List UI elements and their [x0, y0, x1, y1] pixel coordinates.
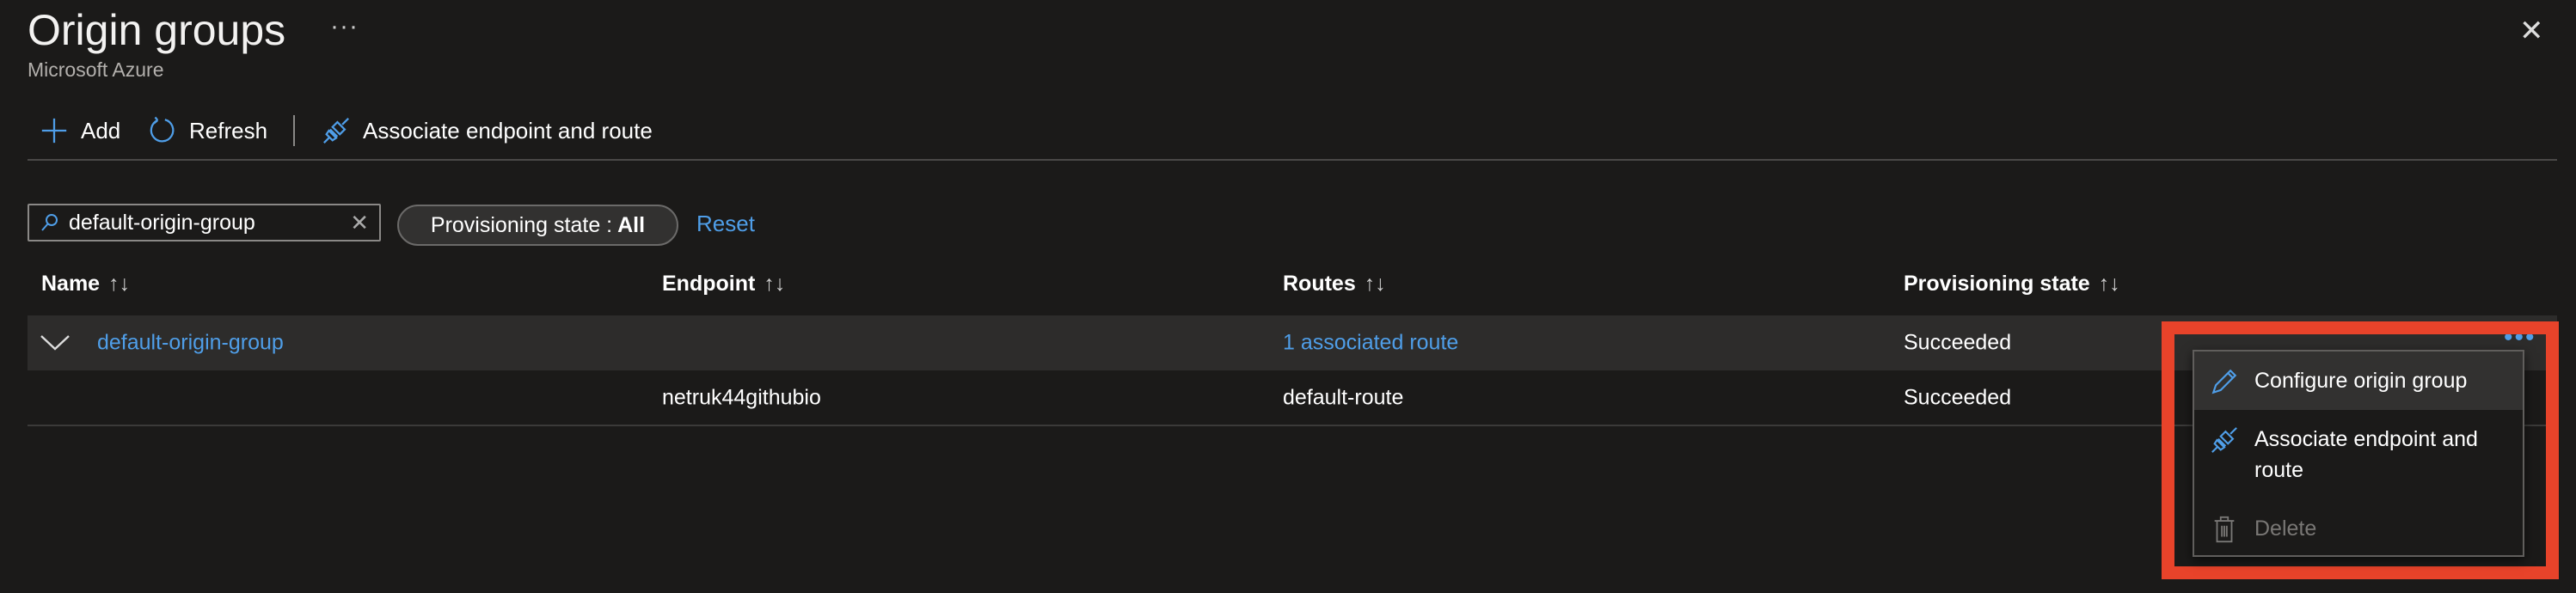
context-menu: Configure origin group Associate endpoin…: [2193, 350, 2524, 557]
refresh-button[interactable]: Refresh: [148, 115, 267, 146]
column-label: Routes: [1283, 272, 1356, 296]
filter-value: All: [617, 212, 646, 237]
menu-item-delete: Delete: [2194, 513, 2523, 544]
page-title: Origin groups: [28, 6, 286, 54]
route-cell: default-route: [1283, 385, 1404, 410]
search-value: default-origin-group: [69, 210, 255, 235]
refresh-label: Refresh: [189, 117, 268, 144]
plus-icon: [41, 118, 67, 144]
more-options-button[interactable]: ···: [330, 12, 359, 41]
column-header-name[interactable]: Name ↑↓: [41, 272, 130, 296]
column-label: Provisioning state: [1904, 272, 2090, 296]
menu-item-label: Associate endpoint and route: [2254, 427, 2478, 482]
clear-search-icon[interactable]: ✕: [350, 210, 369, 236]
trash-icon: [2214, 516, 2235, 543]
column-label: Name: [41, 272, 101, 296]
menu-item-label: Configure origin group: [2254, 369, 2468, 393]
toolbar-divider: [28, 159, 2557, 161]
search-input[interactable]: default-origin-group ✕: [28, 204, 381, 241]
refresh-icon: [150, 116, 175, 143]
pencil-icon: [2211, 369, 2237, 394]
chevron-down-icon[interactable]: [40, 333, 71, 352]
sort-icon: ↑↓: [764, 272, 786, 296]
menu-item-label: Delete: [2254, 517, 2317, 541]
column-header-routes[interactable]: Routes ↑↓: [1283, 272, 1386, 296]
state-cell: Succeeded: [1904, 330, 2012, 355]
filter-label: Provisioning state :: [430, 212, 613, 237]
plug-icon: [323, 118, 349, 144]
routes-link[interactable]: 1 associated route: [1283, 331, 1458, 356]
plug-icon: [2211, 427, 2237, 453]
endpoint-cell: netruk44githubio: [662, 385, 821, 410]
column-header-provisioning-state[interactable]: Provisioning state ↑↓: [1904, 272, 2120, 296]
menu-item-configure-origin-group[interactable]: Configure origin group: [2194, 352, 2523, 410]
associate-endpoint-button[interactable]: Associate endpoint and route: [322, 115, 653, 146]
provisioning-state-filter[interactable]: Provisioning state : All: [397, 205, 678, 246]
sort-icon: ↑↓: [108, 272, 131, 296]
associate-label: Associate endpoint and route: [363, 117, 653, 144]
add-label: Add: [81, 117, 121, 144]
sort-icon: ↑↓: [1364, 272, 1386, 296]
search-icon: [41, 214, 58, 231]
menu-item-associate-endpoint[interactable]: Associate endpoint and route: [2194, 424, 2523, 486]
column-label: Endpoint: [662, 272, 756, 296]
state-cell: Succeeded: [1904, 385, 2012, 410]
toolbar-separator: [293, 115, 295, 146]
close-button[interactable]: ✕: [2519, 14, 2544, 48]
origin-group-link[interactable]: default-origin-group: [97, 331, 284, 356]
page-subtitle: Microsoft Azure: [28, 58, 164, 81]
sort-icon: ↑↓: [2098, 272, 2120, 296]
reset-link[interactable]: Reset: [696, 211, 755, 237]
column-header-endpoint[interactable]: Endpoint ↑↓: [662, 272, 785, 296]
add-button[interactable]: Add: [40, 115, 120, 146]
